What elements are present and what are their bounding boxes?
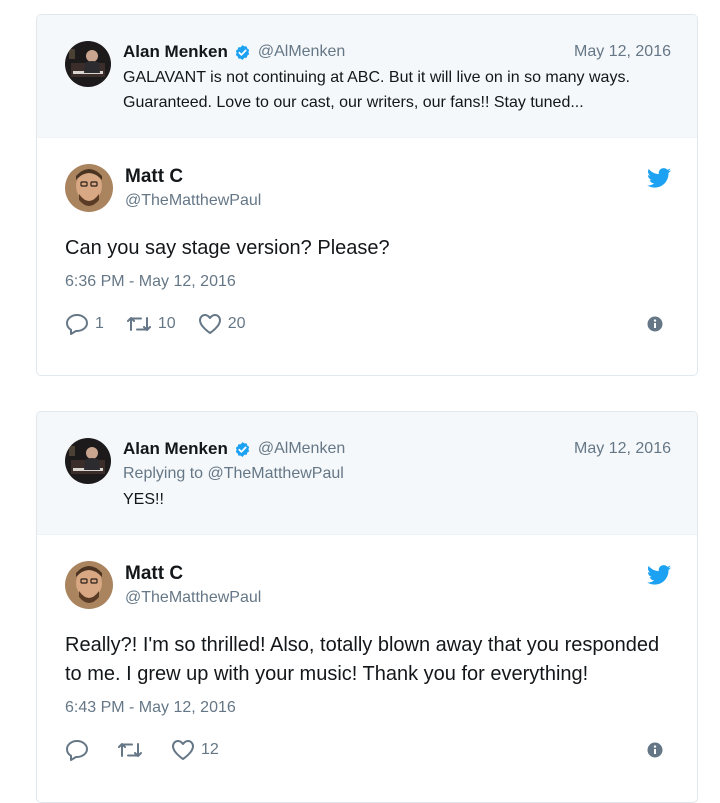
tweet-timestamp[interactable]: 6:36 PM - May 12, 2016 [65,271,671,293]
avatar[interactable] [65,164,113,212]
author-handle[interactable]: @TheMatthewPaul [125,587,671,609]
parent-tweet[interactable]: Alan Menken @AlMenken May 12, 2016 GALAV… [37,15,697,138]
avatar[interactable] [65,561,113,609]
tweet-actions: 12 [65,737,671,763]
retweet-action[interactable]: 10 [126,313,176,335]
replying-to[interactable]: Replying to @TheMatthewPaul [123,463,671,485]
like-count: 12 [201,741,219,758]
avatar[interactable] [65,438,111,484]
verified-badge-icon [235,441,250,457]
tweet-timestamp[interactable]: 6:43 PM - May 12, 2016 [65,697,671,719]
author-name[interactable]: Alan Menken [123,438,228,460]
reply-count: 1 [95,315,104,332]
parent-tweet[interactable]: Alan Menken @AlMenken May 12, 2016 Reply… [37,412,697,535]
embedded-tweet-card: Alan Menken @AlMenken May 12, 2016 GALAV… [36,14,698,376]
tweet-text: GALAVANT is not continuing at ABC. But i… [123,69,630,111]
tweet-text: Can you say stage version? Please? [65,237,390,259]
author-handle[interactable]: @AlMenken [258,438,345,460]
tweet-date[interactable]: May 12, 2016 [574,41,671,63]
like-count: 20 [227,315,246,332]
reply-icon [66,740,88,761]
author-handle[interactable]: @TheMatthewPaul [125,190,671,212]
info-icon[interactable] [647,316,663,332]
reply-tweet: Matt C @TheMatthewPaul Really?! I'm so t… [37,535,697,763]
heart-icon [172,740,194,760]
twitter-bird-icon[interactable] [647,168,671,188]
twitter-bird-icon[interactable] [647,565,671,585]
reply-icon [66,314,88,335]
retweet-count: 10 [157,315,176,332]
author-name[interactable]: Matt C [125,164,671,190]
heart-icon [198,314,221,334]
tweet-actions: 1 10 20 [65,311,671,337]
reply-tweet: Matt C @TheMatthewPaul Can you say stage… [37,138,697,337]
embedded-tweet-card: Alan Menken @AlMenken May 12, 2016 Reply… [36,411,698,803]
retweet-icon [118,743,142,757]
like-action[interactable]: 12 [171,739,219,761]
reply-action[interactable] [65,739,95,761]
info-icon[interactable] [647,742,663,758]
author-name[interactable]: Alan Menken [123,41,228,63]
author-handle[interactable]: @AlMenken [258,41,345,63]
avatar[interactable] [65,41,111,87]
like-action[interactable]: 20 [198,313,246,335]
tweet-date[interactable]: May 12, 2016 [574,438,671,460]
tweet-text: YES!! [123,491,164,508]
retweet-action[interactable] [117,739,149,761]
retweet-icon [126,317,151,331]
author-name[interactable]: Matt C [125,561,671,587]
tweet-text: Really?! I'm so thrilled! Also, totally … [65,634,660,685]
reply-action[interactable]: 1 [65,313,104,335]
verified-badge-icon [235,44,250,60]
